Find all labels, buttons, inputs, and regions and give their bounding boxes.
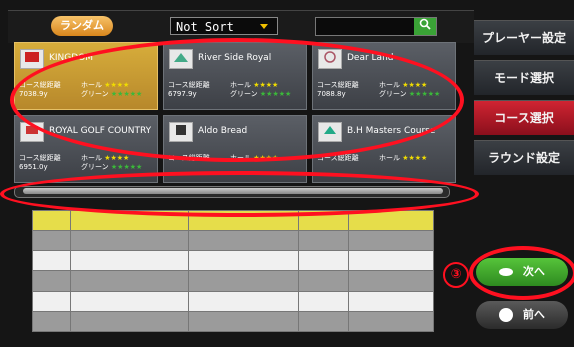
- course-name: Aldo Bread: [198, 126, 248, 136]
- next-button[interactable]: 次へ: [476, 258, 568, 286]
- river-side-royal-logo: [169, 49, 193, 69]
- course-name: KINGDOM: [49, 53, 94, 63]
- golf-ball-icon: [499, 268, 514, 276]
- course-rating: ホール ★★★★: [379, 154, 428, 162]
- course-distance: コース総距離 6951.0y: [19, 154, 61, 171]
- royal-golf-country-logo: [20, 122, 44, 142]
- course-info-table: [32, 209, 434, 333]
- course-rating: ホール ★★★★ グリーン ★★★★★: [379, 81, 441, 98]
- course-distance: コース総距離 7088.8y: [317, 81, 359, 98]
- course-rating: ホール ★★★★: [230, 154, 279, 162]
- course-card-dear-land[interactable]: Dear Land コース総距離 7088.8y ホール ★★★★ グリーン ★…: [312, 42, 456, 110]
- golf-course-select-screen: ランダム Not Sort プレーヤー設定 モード選択 コース選択 ラウンド設定…: [0, 0, 574, 347]
- course-distance: コース総距離 6797.9y: [168, 81, 210, 98]
- bh-masters-logo: [318, 122, 342, 142]
- course-distance: コース総距離: [317, 154, 359, 162]
- sort-dropdown[interactable]: Not Sort: [170, 17, 278, 35]
- mode-select-button[interactable]: モード選択: [474, 60, 574, 95]
- search-input[interactable]: [315, 17, 437, 36]
- course-name: Dear Land: [347, 53, 394, 63]
- course-select-button[interactable]: コース選択: [474, 100, 574, 135]
- step-number-badge: ③: [443, 262, 469, 288]
- scrollbar-thumb[interactable]: [23, 188, 443, 194]
- search-icon[interactable]: [414, 18, 436, 35]
- course-card-royal-golf-country[interactable]: ROYAL GOLF COUNTRY コース総距離 6951.0y ホール ★★…: [14, 115, 158, 183]
- course-card-river-side-royal[interactable]: River Side Royal コース総距離 6797.9y ホール ★★★★…: [163, 42, 307, 110]
- round-settings-button[interactable]: ラウンド設定: [474, 140, 574, 175]
- course-card-bh-masters-course[interactable]: B.H Masters Course コース総距離 ホール ★★★★: [312, 115, 456, 183]
- prev-button[interactable]: 前へ: [476, 301, 568, 329]
- course-rating: ホール ★★★★ グリーン ★★★★★: [81, 154, 143, 171]
- course-distance: コース総距離: [168, 154, 210, 162]
- dear-land-logo: [318, 49, 342, 69]
- kingdom-logo: [20, 49, 44, 69]
- course-name: River Side Royal: [198, 53, 272, 63]
- course-grid: KINGDOM コース総距離 7038.9y ホール ★★★★ グリーン ★★★…: [14, 42, 456, 183]
- course-distance: コース総距離 7038.9y: [19, 81, 61, 98]
- player-settings-button[interactable]: プレーヤー設定: [474, 20, 574, 55]
- prev-label: 前へ: [522, 308, 545, 321]
- course-card-kingdom[interactable]: KINGDOM コース総距離 7038.9y ホール ★★★★ グリーン ★★★…: [14, 42, 158, 110]
- aldo-bread-logo: [169, 122, 193, 142]
- person-icon: [499, 308, 514, 322]
- course-rating: ホール ★★★★ グリーン ★★★★★: [230, 81, 292, 98]
- course-rating: ホール ★★★★ グリーン ★★★★★: [81, 81, 143, 98]
- chevron-down-icon: [260, 24, 268, 29]
- course-card-aldo-bread[interactable]: Aldo Bread コース総距離 ホール ★★★★: [163, 115, 307, 183]
- sort-value: Not Sort: [176, 20, 234, 34]
- course-name: B.H Masters Course: [347, 126, 436, 136]
- next-label: 次へ: [522, 265, 545, 278]
- horizontal-scrollbar[interactable]: [14, 186, 450, 198]
- course-name: ROYAL GOLF COUNTRY: [49, 126, 152, 136]
- random-button[interactable]: ランダム: [51, 16, 113, 36]
